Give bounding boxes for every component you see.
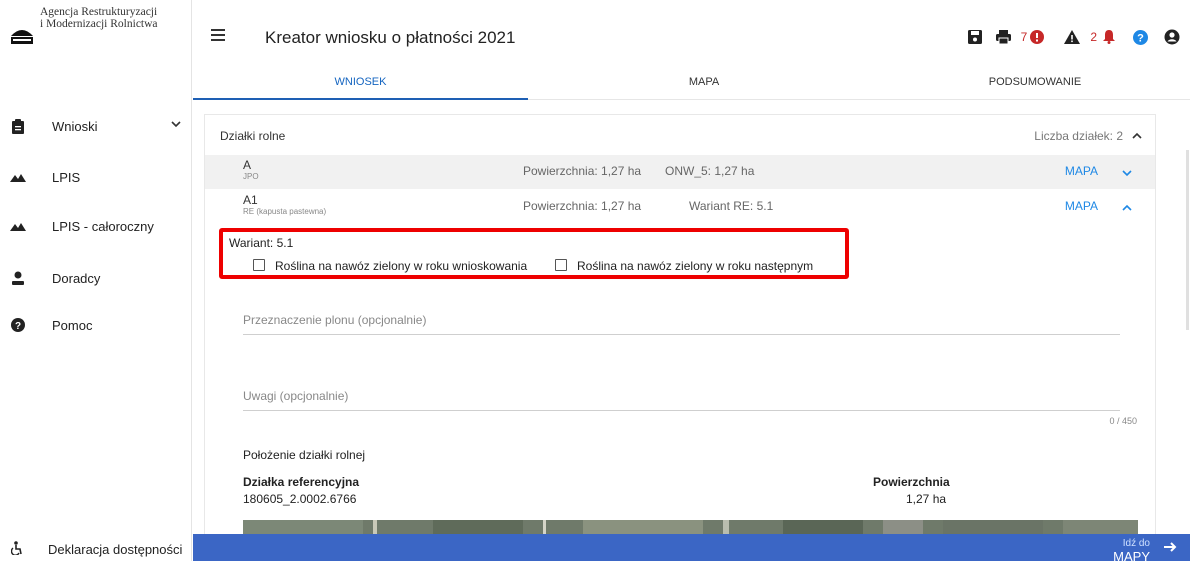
parcel-row-a[interactable]: A JPO Powierzchnia: 1,27 ha ONW_5: 1,27 … — [205, 155, 1155, 189]
header-actions: 7 2 ? — [958, 26, 1190, 48]
tab-wniosek[interactable]: WNIOSEK — [193, 66, 528, 100]
green-manure-next-year-checkbox[interactable] — [555, 259, 567, 271]
print-icon[interactable] — [995, 30, 1011, 44]
parcels-card-header[interactable]: Działki rolne Liczba działek: 2 — [205, 115, 1155, 149]
mountains-icon — [9, 168, 27, 186]
map-link[interactable]: MAPA — [1065, 164, 1098, 178]
parcel-map-preview[interactable] — [243, 520, 1138, 534]
map-link[interactable]: MAPA — [1065, 199, 1098, 213]
error-count: 7 — [1020, 30, 1028, 44]
help-icon[interactable]: ? — [1133, 29, 1148, 45]
purpose-placeholder: Przeznaczenie plonu (opcjonalnie) — [243, 313, 427, 327]
arimr-logo[interactable]: Agencja Restrukturyzacji i Modernizacji … — [10, 6, 180, 46]
next-step-bar[interactable]: Idź do MAPY — [193, 534, 1190, 561]
parcel-id: A1 — [243, 193, 258, 207]
sidebar-footer-label: Deklaracja dostępności — [48, 542, 183, 557]
clipboard-icon — [9, 117, 27, 135]
parcel-count: Liczba działek: 2 — [1034, 129, 1123, 143]
area-value: 1,27 ha — [906, 492, 947, 506]
section-title: Działki rolne — [220, 129, 286, 143]
sidebar-item-lpis-caloroczny[interactable]: LPIS - całoroczny — [0, 211, 192, 241]
logo-line-2: i Modernizacji Rolnictwa — [40, 18, 158, 30]
account-icon[interactable] — [1164, 29, 1180, 45]
notes-char-counter: 0 / 450 — [1109, 416, 1137, 426]
ref-parcel-value: 180605_2.0002.6766 — [243, 492, 357, 506]
sidebar-item-lpis[interactable]: LPIS — [0, 162, 192, 192]
top-header: Kreator wniosku o płatności 2021 7 2 ? — [193, 0, 1190, 59]
error-alert-icon[interactable] — [1030, 30, 1045, 44]
sidebar-item-doradcy[interactable]: Doradcy — [0, 263, 192, 293]
sidebar: Agencja Restrukturyzacji i Modernizacji … — [0, 0, 192, 561]
sidebar-item-label: Pomoc — [52, 317, 93, 333]
parcel-row-a1[interactable]: A1 RE (kapusta pastewna) Powierzchnia: 1… — [205, 190, 1155, 224]
hamburger-menu-icon[interactable] — [211, 28, 225, 46]
chevron-up-icon[interactable] — [1121, 201, 1133, 219]
tab-bar: WNIOSEK MAPA PODSUMOWANIE — [193, 66, 1190, 100]
svg-text:?: ? — [1137, 32, 1144, 44]
save-icon[interactable] — [967, 30, 982, 44]
warning-icon[interactable] — [1064, 30, 1081, 44]
scrollbar[interactable] — [1186, 150, 1189, 330]
parcel-extra: Wariant RE: 5.1 — [689, 199, 774, 213]
tab-podsumowanie[interactable]: PODSUMOWANIE — [880, 66, 1190, 100]
checkbox-label[interactable]: Roślina na nawóz zielony w roku następny… — [577, 259, 813, 273]
sidebar-item-deklaracja[interactable]: Deklaracja dostępności — [0, 538, 192, 561]
notes-placeholder: Uwagi (opcjonalnie) — [243, 389, 349, 403]
sidebar-item-wnioski[interactable]: Wnioski — [0, 111, 192, 141]
chevron-up-icon[interactable] — [1131, 129, 1143, 147]
page-title: Kreator wniosku o płatności 2021 — [265, 28, 516, 47]
warning-count: 2 — [1090, 30, 1097, 44]
area-header: Powierzchnia — [873, 475, 950, 489]
parcel-subtitle: RE (kapusta pastewna) — [243, 207, 327, 216]
logo-line-1: Agencja Restrukturyzacji — [40, 6, 158, 18]
help-icon: ? — [9, 316, 27, 334]
accessibility-icon — [10, 541, 23, 558]
chevron-down-icon[interactable] — [1121, 166, 1133, 184]
person-icon — [9, 269, 27, 287]
mountains-icon — [9, 217, 27, 235]
next-step-caption: Idź do — [1122, 538, 1150, 549]
svg-text:?: ? — [15, 321, 21, 332]
location-title: Położenie działki rolnej — [243, 448, 366, 462]
variant-label: Wariant: 5.1 — [229, 236, 294, 250]
parcels-card: Działki rolne Liczba działek: 2 A JPO Po… — [204, 114, 1156, 534]
purpose-field[interactable]: Przeznaczenie plonu (opcjonalnie) — [243, 313, 1120, 335]
tab-mapa[interactable]: MAPA — [528, 66, 880, 100]
arrow-right-icon[interactable] — [1162, 539, 1178, 560]
green-manure-current-year-checkbox[interactable] — [253, 259, 265, 271]
parcel-area: Powierzchnia: 1,27 ha — [523, 164, 642, 178]
sidebar-item-label: Wnioski — [52, 118, 98, 134]
sidebar-item-label: Doradcy — [52, 270, 101, 286]
checkbox-label[interactable]: Roślina na nawóz zielony w roku wnioskow… — [275, 259, 527, 273]
sidebar-item-pomoc[interactable]: ? Pomoc — [0, 310, 192, 340]
parcel-extra: ONW_5: 1,27 ha — [665, 164, 755, 178]
arimr-logo-icon — [10, 26, 34, 46]
parcel-id: A — [243, 158, 252, 172]
chevron-down-icon — [170, 118, 182, 133]
bell-icon[interactable] — [1103, 30, 1115, 44]
ref-parcel-header: Działka referencyjna — [243, 475, 360, 489]
sidebar-item-label: LPIS - całoroczny — [52, 218, 154, 234]
notes-field[interactable]: Uwagi (opcjonalnie) — [243, 389, 1120, 411]
parcel-subtitle: JPO — [243, 172, 259, 181]
parcel-area: Powierzchnia: 1,27 ha — [523, 199, 642, 213]
sidebar-item-label: LPIS — [52, 169, 81, 185]
next-step-label: MAPY — [1113, 549, 1150, 561]
